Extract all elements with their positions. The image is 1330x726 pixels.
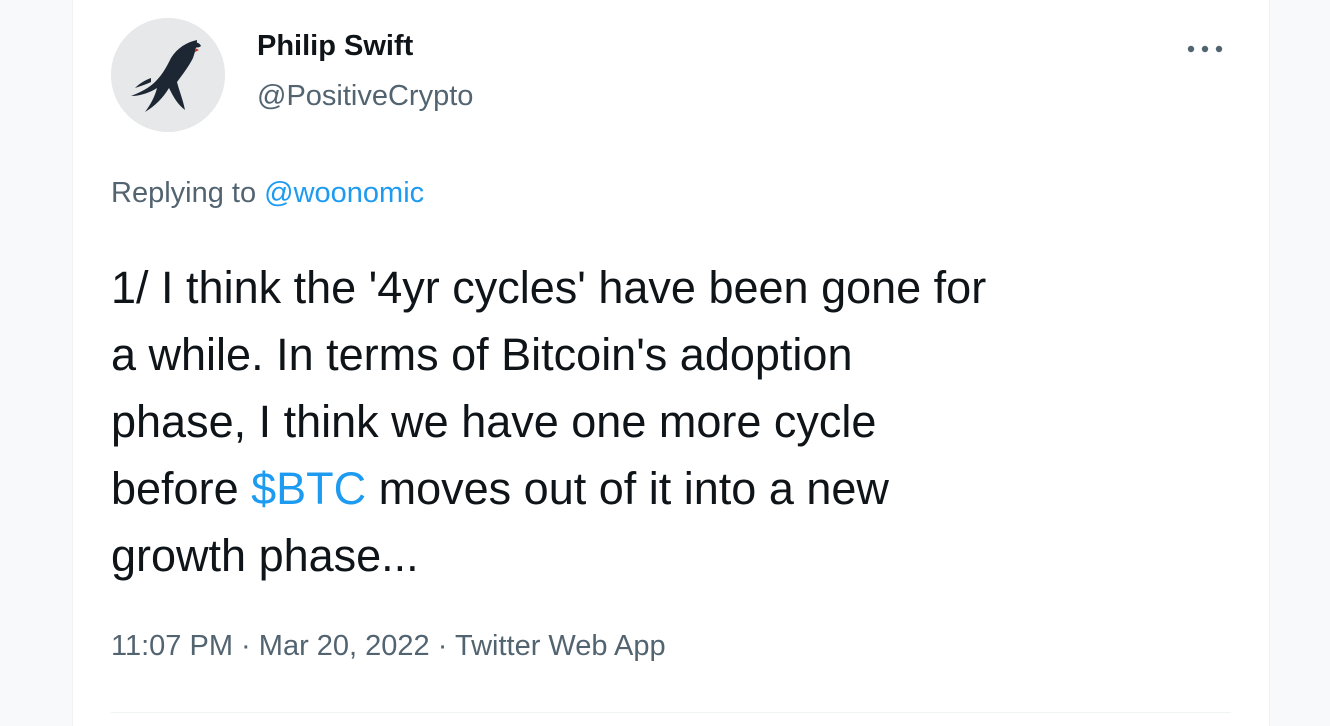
meta-separator: · — [437, 630, 448, 662]
tweet-source-link[interactable]: Twitter Web App — [455, 630, 666, 662]
author-handle[interactable]: @PositiveCrypto — [257, 80, 473, 113]
cashtag-link[interactable]: $BTC — [251, 463, 366, 514]
replying-to-user-link[interactable]: @woonomic — [264, 177, 424, 209]
swallow-bird-icon — [111, 18, 225, 132]
tweet-time-link[interactable]: 11:07 PM — [111, 630, 233, 662]
tweet-text-line: growth phase... — [111, 530, 419, 581]
tweet-text-line: a while. In terms of Bitcoin's adoption — [111, 329, 853, 380]
replying-to-label: Replying to — [111, 177, 257, 209]
page: Philip Swift @PositiveCrypto Replying to… — [0, 0, 1330, 726]
more-options-button[interactable] — [1183, 34, 1227, 64]
tweet-meta: 11:07 PM · Mar 20, 2022 · Twitter Web Ap… — [111, 630, 666, 663]
tweet-text-line: phase, I think we have one more cycle — [111, 396, 877, 447]
replying-to-line: Replying to @woonomic — [111, 177, 424, 210]
divider — [111, 712, 1231, 713]
tweet-card: Philip Swift @PositiveCrypto Replying to… — [72, 0, 1270, 726]
tweet-date-link[interactable]: Mar 20, 2022 — [259, 630, 430, 662]
meta-separator: · — [241, 630, 251, 662]
author-display-name[interactable]: Philip Swift — [257, 30, 413, 63]
avatar[interactable] — [111, 18, 225, 132]
tweet-text: 1/ I think the '4yr cycles' have been go… — [111, 254, 1231, 589]
tweet-text-fragment: before — [111, 463, 252, 514]
more-dots-icon — [1187, 45, 1223, 53]
tweet-text-line: before $BTC moves out of it into a new — [111, 455, 1231, 522]
tweet-text-fragment: moves out of it into a new — [366, 463, 889, 514]
tweet-text-line: 1/ I think the '4yr cycles' have been go… — [111, 262, 987, 313]
